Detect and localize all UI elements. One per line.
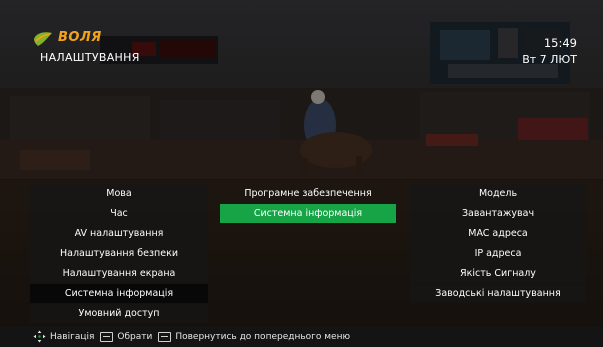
submenu-item-software[interactable]: Програмне забезпечення [220,184,396,203]
menu-item-screen-settings[interactable]: Налаштування екрана [30,264,208,283]
volya-logo: ВОЛЯ [32,30,101,50]
detail-item-factory-reset[interactable]: Заводські налаштування [410,284,586,303]
menu-item-system-info[interactable]: Системна інформація [30,284,208,303]
submenu-item-system-info[interactable]: Системна інформація [220,204,396,223]
hint-navigate-label: Навігація [50,331,95,342]
navigation-arrows-icon [33,330,46,343]
clock-time: 15:49 [543,36,577,50]
leaf-logo-icon [34,32,52,46]
settings-category-list: Мова Час AV налаштування Налаштування бе… [30,184,208,324]
clock-date: Вт 7 ЛЮТ [522,53,577,66]
system-info-details-list: Модель Завантажувач MAC адреса IP адреса… [410,184,586,304]
detail-item-mac-address[interactable]: MAC адреса [410,224,586,243]
menu-item-av-settings[interactable]: AV налаштування [30,224,208,243]
menu-item-conditional-access[interactable]: Умовний доступ [30,304,208,323]
hint-back-label: Повернутись до попереднього меню [175,331,351,342]
menu-item-time[interactable]: Час [30,204,208,223]
settings-screen: ВОЛЯ НАЛАШТУВАННЯ 15:49 Вт 7 ЛЮТ Мова Ча… [0,0,603,347]
brand-name: ВОЛЯ [58,30,102,45]
detail-item-model[interactable]: Модель [410,184,586,203]
menu-item-language[interactable]: Мова [30,184,208,203]
system-info-submenu: Програмне забезпечення Системна інформац… [220,184,396,224]
detail-item-bootloader[interactable]: Завантажувач [410,204,586,223]
detail-item-signal-quality[interactable]: Якість Сигналу [410,264,586,283]
ok-key-icon [100,331,114,342]
detail-item-ip-address[interactable]: IP адреса [410,244,586,263]
footer-hint-bar: Навігація Обрати Повернутись до попередн… [0,326,603,347]
footer-hints: Навігація Обрати Повернутись до попередн… [33,330,350,343]
back-key-icon [158,331,172,342]
page-title: НАЛАШТУВАННЯ [40,51,140,64]
menu-item-security-settings[interactable]: Налаштування безпеки [30,244,208,263]
hint-select-label: Обрати [117,331,153,342]
